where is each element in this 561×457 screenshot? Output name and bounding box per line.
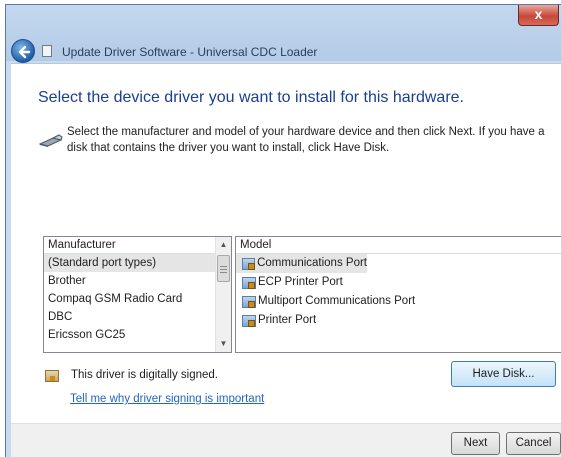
list-item[interactable]: Ericsson GC25: [44, 326, 231, 344]
window-title: Update Driver Software - Universal CDC L…: [62, 45, 318, 59]
close-button[interactable]: x: [518, 5, 559, 26]
list-item[interactable]: Compaq GSM Radio Card: [44, 290, 231, 308]
title-bar: x Update Driver Software - Universal CDC…: [6, 5, 561, 63]
manufacturer-scrollbar[interactable]: ▲ ▼: [215, 237, 231, 352]
list-item[interactable]: Brother: [44, 272, 231, 290]
have-disk-button[interactable]: Have Disk...: [451, 361, 556, 387]
manufacturer-header: Manufacturer: [44, 237, 231, 254]
manufacturer-list[interactable]: Manufacturer (Standard port types) Broth…: [43, 236, 232, 353]
device-manager-icon: [42, 45, 52, 57]
signed-driver-icon: [45, 370, 59, 382]
hardware-device-icon: [39, 134, 63, 147]
instructions-text: Select the manufacturer and model of you…: [67, 126, 545, 154]
wizard-content: Select the device driver you want to ins…: [11, 63, 561, 423]
list-item[interactable]: ECP Printer Port: [236, 273, 561, 292]
list-item[interactable]: Printer Port: [236, 311, 561, 330]
model-label: ECP Printer Port: [258, 276, 343, 288]
list-item[interactable]: Communications Port: [236, 254, 367, 273]
list-item[interactable]: (Standard port types): [44, 254, 216, 272]
port-icon: [242, 276, 256, 289]
scroll-thumb[interactable]: [217, 255, 230, 282]
list-item[interactable]: Multiport Communications Port: [236, 292, 561, 311]
back-button[interactable]: [11, 39, 35, 63]
next-button[interactable]: Next: [451, 432, 500, 455]
driver-signing-link[interactable]: Tell me why driver signing is important: [70, 393, 264, 405]
signature-status: This driver is digitally signed.: [71, 369, 219, 381]
page-heading: Select the device driver you want to ins…: [38, 89, 464, 106]
scroll-down-icon[interactable]: ▼: [216, 336, 231, 352]
list-item[interactable]: DBC: [44, 308, 231, 326]
model-label: Printer Port: [258, 314, 317, 326]
model-list[interactable]: Model Communications Port ECP Printer Po…: [235, 236, 561, 353]
model-header: Model: [236, 237, 561, 254]
port-icon: [242, 314, 256, 327]
port-icon: [242, 295, 256, 308]
port-icon: [242, 257, 256, 270]
dialog-window: x Update Driver Software - Universal CDC…: [5, 4, 561, 457]
cancel-button[interactable]: Cancel: [506, 432, 561, 455]
back-arrow-icon: [18, 45, 31, 59]
close-icon: x: [534, 6, 543, 22]
model-label: Communications Port: [257, 257, 367, 269]
model-label: Multiport Communications Port: [258, 295, 416, 307]
wizard-footer: Next Cancel: [11, 423, 561, 457]
scroll-up-icon[interactable]: ▲: [216, 237, 231, 253]
